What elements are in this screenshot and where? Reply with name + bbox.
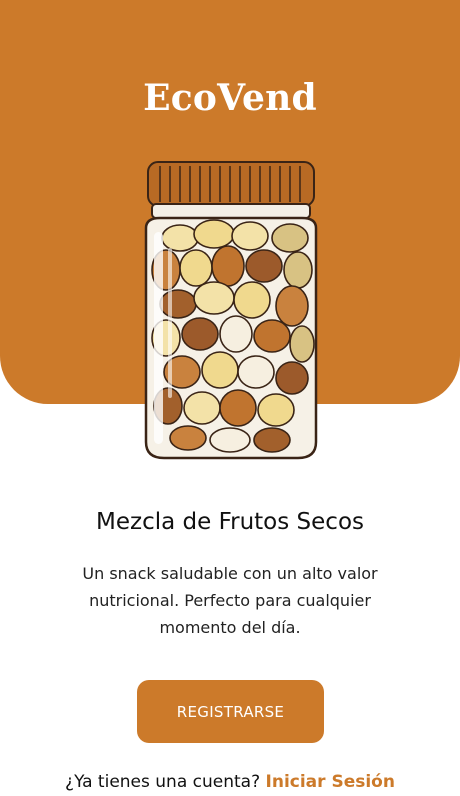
- product-description: Un snack saludable con un alto valor nut…: [82, 564, 378, 637]
- mixed-nuts-jar-icon: [144, 161, 318, 460]
- have-account-text: ¿Ya tienes una cuenta?: [65, 772, 261, 792]
- login-link[interactable]: Iniciar Sesión: [266, 772, 395, 792]
- register-button[interactable]: REGISTRARSE: [137, 680, 324, 743]
- product-illustration: [130, 158, 330, 464]
- product-title: Mezcla de Frutos Secos: [96, 509, 364, 535]
- login-prompt: ¿Ya tienes una cuenta? Iniciar Sesión: [0, 768, 460, 796]
- app-logo-title: EcoVend: [143, 77, 317, 119]
